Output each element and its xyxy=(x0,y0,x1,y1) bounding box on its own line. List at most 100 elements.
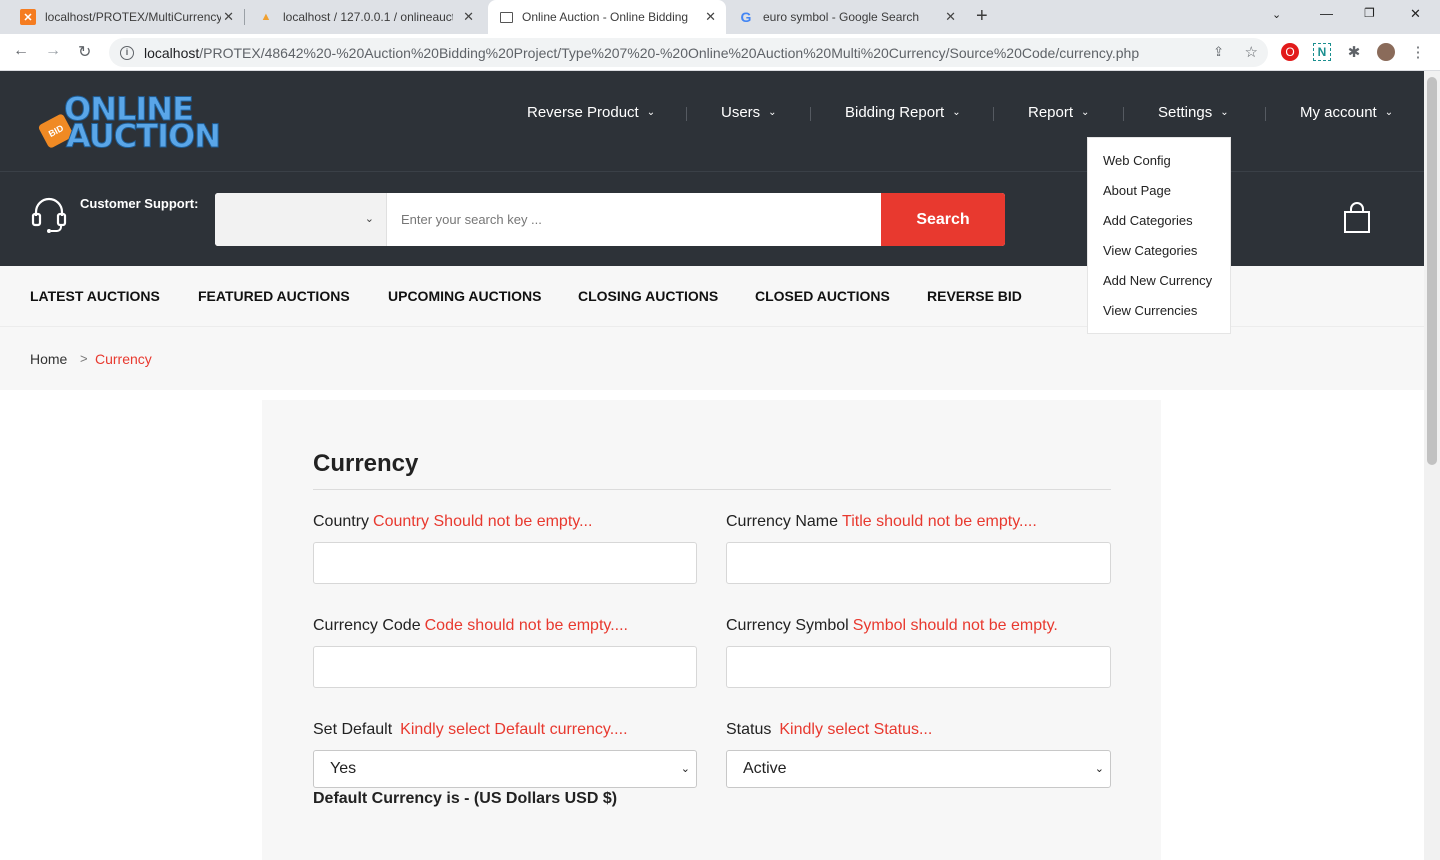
menu-label: Users xyxy=(721,104,761,121)
nav-closed-auctions[interactable]: CLOSED AUCTIONS xyxy=(755,288,890,304)
opera-extension-icon[interactable]: O xyxy=(1281,43,1299,61)
menu-label: My account xyxy=(1300,104,1377,121)
chevron-down-icon: ⌄ xyxy=(680,763,690,775)
tab-close-icon[interactable]: ✕ xyxy=(463,9,474,25)
n-extension-icon[interactable]: N xyxy=(1313,43,1331,61)
shopping-bag-icon[interactable] xyxy=(1342,202,1372,234)
reload-icon[interactable]: ↻ xyxy=(78,42,91,62)
chevron-down-icon: ⌄ xyxy=(768,107,777,118)
restore-icon[interactable]: ❐ xyxy=(1364,6,1375,20)
extensions-puzzle-icon[interactable]: ✱ xyxy=(1345,43,1363,61)
browser-tabstrip: ✕ localhost/PROTEX/MultiCurrency ✕ ▲ loc… xyxy=(0,0,1440,34)
set-default-error: Kindly select Default currency.... xyxy=(400,721,628,738)
menu-settings[interactable]: Settings ⌄ xyxy=(1158,104,1229,121)
category-select[interactable]: ⌄ xyxy=(215,193,387,246)
chevron-down-icon: ⌄ xyxy=(364,213,374,225)
search-box: ⌄ Search xyxy=(215,193,1005,246)
dropdown-view-currencies[interactable]: View Currencies xyxy=(1103,303,1197,318)
dropdown-web-config[interactable]: Web Config xyxy=(1103,153,1171,168)
share-icon[interactable]: ⇪ xyxy=(1213,44,1224,60)
customer-support-label: Customer Support: xyxy=(80,196,199,211)
breadcrumb: Home > Currency xyxy=(0,326,1440,390)
select-value: Active xyxy=(743,760,787,777)
chevron-down-icon: ⌄ xyxy=(1094,763,1104,775)
tab-search-icon[interactable]: ⌄ xyxy=(1272,8,1281,21)
xampp-icon: ✕ xyxy=(20,9,36,25)
site-logo[interactable]: BID ONLINE AUCTION xyxy=(37,92,222,155)
tab-title: localhost / 127.0.0.1 / onlineauction xyxy=(283,10,453,24)
field-label: Country xyxy=(313,513,370,530)
chevron-down-icon: ⌄ xyxy=(646,107,656,118)
menu-divider xyxy=(1123,107,1124,121)
currency-symbol-input[interactable] xyxy=(726,646,1111,688)
search-input[interactable] xyxy=(387,193,881,246)
chevron-down-icon: ⌄ xyxy=(1081,107,1090,118)
country-error: Country Should not be empty... xyxy=(373,513,593,530)
dropdown-view-categories[interactable]: View Categories xyxy=(1103,243,1197,258)
breadcrumb-separator: > xyxy=(80,351,88,366)
menu-divider xyxy=(686,107,687,121)
chevron-down-icon: ⌄ xyxy=(1384,107,1394,118)
breadcrumb-home[interactable]: Home xyxy=(30,351,67,367)
nav-reverse-bid[interactable]: REVERSE BID xyxy=(927,288,1022,304)
google-icon: G xyxy=(740,9,752,25)
bookmark-star-icon[interactable]: ☆ xyxy=(1245,43,1258,61)
tab-close-icon[interactable]: ✕ xyxy=(705,9,716,25)
default-currency-note: Default Currency is - (US Dollars USD $) xyxy=(313,790,618,807)
tab-title: euro symbol - Google Search xyxy=(763,10,920,24)
currency-name-input[interactable] xyxy=(726,542,1111,584)
set-default-select[interactable]: Yes ⌄ xyxy=(313,750,697,788)
country-label: Country Country Should not be empty... xyxy=(313,513,592,531)
nav-upcoming-auctions[interactable]: UPCOMING AUCTIONS xyxy=(388,288,541,304)
field-label: Currency Code xyxy=(313,617,421,634)
profile-avatar[interactable] xyxy=(1377,43,1395,61)
status-select[interactable]: Active ⌄ xyxy=(726,750,1111,788)
currency-form-card: Currency Country Country Should not be em… xyxy=(262,400,1161,860)
tab-title: Online Auction - Online Bidding xyxy=(522,10,689,24)
dropdown-add-categories[interactable]: Add Categories xyxy=(1103,213,1193,228)
url-path: /PROTEX/48642%20-%20Auction%20Bidding%20… xyxy=(199,44,1140,61)
select-value: Yes xyxy=(330,760,357,777)
search-button[interactable]: Search xyxy=(881,193,1005,246)
menu-bidding-report[interactable]: Bidding Report ⌄ xyxy=(845,104,961,121)
tab-close-icon[interactable]: ✕ xyxy=(223,9,234,25)
browser-tab-active[interactable]: Online Auction - Online Bidding ✕ xyxy=(488,0,726,34)
breadcrumb-current: Currency xyxy=(95,351,152,367)
omnibox[interactable]: i localhost/PROTEX/48642%20-%20Auction%2… xyxy=(109,38,1268,67)
tab-close-icon[interactable]: ✕ xyxy=(945,9,956,25)
browser-tab[interactable]: ✕ localhost/PROTEX/MultiCurrency ✕ xyxy=(0,0,244,34)
menu-users[interactable]: Users ⌄ xyxy=(721,104,777,121)
dropdown-about-page[interactable]: About Page xyxy=(1103,183,1171,198)
browser-tab[interactable]: ▲ localhost / 127.0.0.1 / onlineauction … xyxy=(238,0,488,34)
nav-featured-auctions[interactable]: FEATURED AUCTIONS xyxy=(198,288,350,304)
site-info-icon[interactable]: i xyxy=(120,45,134,60)
nav-latest-auctions[interactable]: LATEST AUCTIONS xyxy=(30,288,160,304)
menu-divider xyxy=(1265,107,1266,121)
forward-icon[interactable]: → xyxy=(45,42,61,60)
browser-tab[interactable]: G euro symbol - Google Search ✕ xyxy=(726,0,970,34)
close-window-icon[interactable]: ✕ xyxy=(1410,6,1421,22)
new-tab-icon[interactable]: + xyxy=(976,5,988,28)
logo-line-2: AUCTION xyxy=(66,117,222,155)
field-label: Status xyxy=(726,721,772,738)
menu-label: Bidding Report xyxy=(845,104,945,121)
dropdown-add-new-currency[interactable]: Add New Currency xyxy=(1103,273,1212,288)
tab-title: localhost/PROTEX/MultiCurrency xyxy=(45,10,221,24)
menu-report[interactable]: Report ⌄ xyxy=(1028,104,1089,121)
menu-divider xyxy=(993,107,994,121)
menu-my-account[interactable]: My account ⌄ xyxy=(1300,104,1393,121)
menu-label: Reverse Product xyxy=(527,104,639,121)
page-scrollbar[interactable] xyxy=(1424,71,1440,860)
currency-name-error: Title should not be empty.... xyxy=(842,513,1037,530)
url-text[interactable]: localhost/PROTEX/48642%20-%20Auction%20B… xyxy=(144,45,1139,61)
form-divider xyxy=(313,489,1111,490)
browser-menu-icon[interactable]: ⋮ xyxy=(1409,43,1427,61)
back-icon[interactable]: ← xyxy=(13,42,29,60)
scrollbar-thumb[interactable] xyxy=(1427,77,1437,465)
minimize-icon[interactable]: — xyxy=(1320,6,1333,21)
nav-closing-auctions[interactable]: CLOSING AUCTIONS xyxy=(578,288,718,304)
currency-code-input[interactable] xyxy=(313,646,697,688)
country-input[interactable] xyxy=(313,542,697,584)
menu-reverse-product[interactable]: Reverse Product ⌄ xyxy=(527,104,655,121)
menu-label: Settings xyxy=(1158,104,1213,121)
